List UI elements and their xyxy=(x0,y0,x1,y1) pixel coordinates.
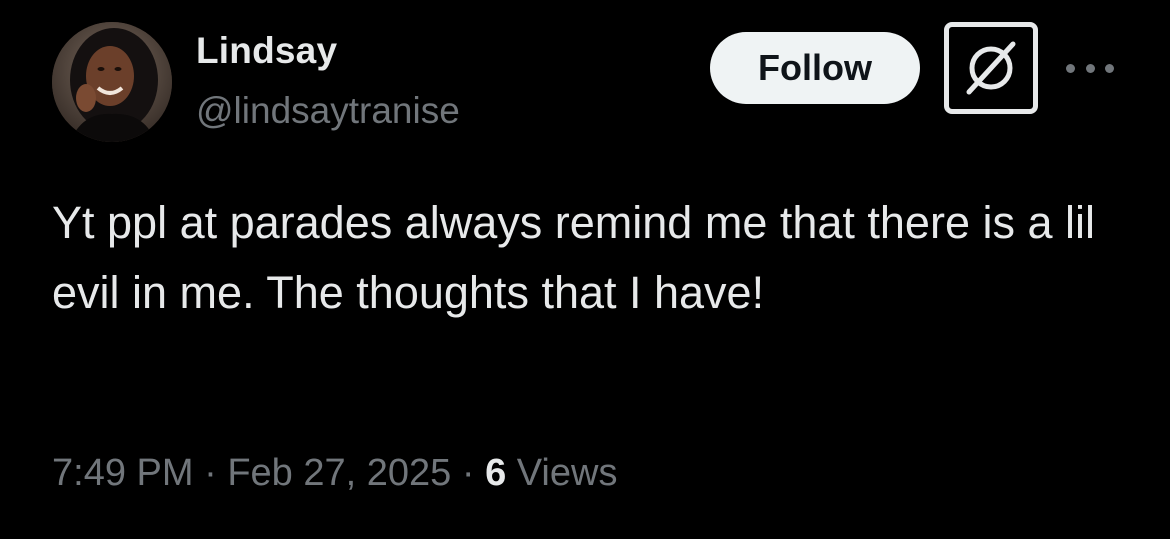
grok-button[interactable] xyxy=(944,22,1038,114)
meta-separator: · xyxy=(451,452,486,494)
grok-icon xyxy=(966,41,1016,95)
profile-photo-icon xyxy=(52,22,172,142)
author-handle[interactable]: @lindsaytranise xyxy=(196,90,460,132)
more-horizontal-icon xyxy=(1066,63,1075,73)
more-horizontal-icon xyxy=(1085,63,1095,73)
follow-button[interactable]: Follow xyxy=(710,32,920,104)
tweet-text: Yt ppl at parades always remind me that … xyxy=(52,197,1095,318)
more-horizontal-icon xyxy=(1105,63,1114,73)
views-count: 6 xyxy=(485,452,507,494)
tweet-meta: 7:49 PM · Feb 27, 2025 · 6 Views xyxy=(52,452,617,495)
more-options-button[interactable] xyxy=(1066,56,1114,80)
tweet-date[interactable]: Feb 27, 2025 xyxy=(227,452,451,494)
author-display-name[interactable]: Lindsay xyxy=(196,30,337,72)
avatar[interactable] xyxy=(52,22,172,142)
views-label: Views xyxy=(506,452,618,494)
meta-separator: · xyxy=(193,452,228,494)
tweet-card: Lindsay @lindsaytranise Follow Yt ppl at… xyxy=(0,0,1170,539)
tweet-time[interactable]: 7:49 PM xyxy=(52,452,194,494)
